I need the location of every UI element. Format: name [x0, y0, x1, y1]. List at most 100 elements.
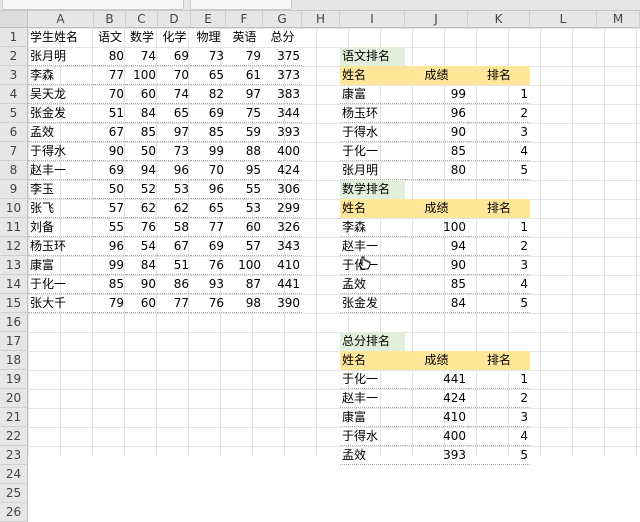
table-cell[interactable]: 390 — [263, 294, 302, 313]
row-header-26[interactable]: 26 — [0, 503, 28, 522]
table-cell[interactable]: 84 — [126, 256, 158, 275]
table-cell[interactable]: 69 — [191, 104, 226, 123]
row-header-24[interactable]: 24 — [0, 465, 28, 484]
table-cell[interactable]: 50 — [126, 142, 158, 161]
table-cell[interactable]: 62 — [158, 199, 191, 218]
row-header-12[interactable]: 12 — [0, 237, 28, 256]
rank-cell[interactable]: 410 — [405, 408, 468, 427]
rank-cell[interactable]: 80 — [405, 161, 468, 180]
table-cell[interactable]: 90 — [126, 275, 158, 294]
table-cell[interactable]: 79 — [94, 294, 126, 313]
table-cell[interactable]: 51 — [158, 256, 191, 275]
table-cell[interactable]: 393 — [263, 123, 302, 142]
table-cell[interactable]: 94 — [126, 161, 158, 180]
rank-cell[interactable]: 李森 — [340, 218, 405, 237]
table-cell[interactable]: 90 — [94, 142, 126, 161]
rank-cell[interactable]: 84 — [405, 294, 468, 313]
col-header-I[interactable]: I — [340, 11, 405, 28]
col-header-G[interactable]: G — [263, 11, 302, 28]
rank-cell[interactable]: 3 — [468, 123, 530, 142]
table-cell[interactable]: 于化一 — [28, 275, 94, 294]
main-header-cell[interactable]: 化学 — [158, 28, 191, 47]
rank-header-cell[interactable]: 排名 — [468, 199, 530, 218]
rank-cell[interactable]: 于化一 — [340, 370, 405, 389]
table-cell[interactable]: 孟效 — [28, 123, 94, 142]
row-header-19[interactable]: 19 — [0, 370, 28, 389]
row-header-16[interactable]: 16 — [0, 313, 28, 332]
col-header-L[interactable]: L — [530, 11, 597, 28]
row-header-17[interactable]: 17 — [0, 332, 28, 351]
table-cell[interactable]: 299 — [263, 199, 302, 218]
table-cell[interactable]: 张金发 — [28, 104, 94, 123]
col-header-B[interactable]: B — [94, 11, 126, 28]
table-cell[interactable]: 400 — [263, 142, 302, 161]
table-cell[interactable]: 65 — [191, 199, 226, 218]
table-cell[interactable]: 74 — [158, 85, 191, 104]
table-cell[interactable]: 53 — [158, 180, 191, 199]
row-header-7[interactable]: 7 — [0, 142, 28, 161]
col-header-M[interactable]: M — [597, 11, 640, 28]
row-header-13[interactable]: 13 — [0, 256, 28, 275]
table-cell[interactable]: 99 — [94, 256, 126, 275]
table-cell[interactable]: 86 — [158, 275, 191, 294]
table-cell[interactable]: 67 — [94, 123, 126, 142]
table-cell[interactable]: 65 — [191, 66, 226, 85]
table-cell[interactable]: 李玉 — [28, 180, 94, 199]
rank-cell[interactable]: 康富 — [340, 85, 405, 104]
rank-cell[interactable]: 2 — [468, 237, 530, 256]
rank-title[interactable]: 数学排名 — [340, 180, 405, 199]
rank-title[interactable]: 语文排名 — [340, 47, 405, 66]
table-cell[interactable]: 51 — [94, 104, 126, 123]
table-cell[interactable]: 73 — [158, 142, 191, 161]
rank-header-cell[interactable]: 成绩 — [405, 351, 468, 370]
table-cell[interactable]: 60 — [226, 218, 263, 237]
table-cell[interactable]: 70 — [158, 66, 191, 85]
rank-cell[interactable]: 于化一 — [340, 142, 405, 161]
table-cell[interactable]: 85 — [94, 275, 126, 294]
table-cell[interactable]: 306 — [263, 180, 302, 199]
rank-header-cell[interactable]: 成绩 — [405, 199, 468, 218]
rank-cell[interactable]: 90 — [405, 256, 468, 275]
table-cell[interactable]: 60 — [126, 85, 158, 104]
table-cell[interactable]: 于得水 — [28, 142, 94, 161]
rank-cell[interactable]: 4 — [468, 275, 530, 294]
rank-cell[interactable]: 赵丰一 — [340, 237, 405, 256]
row-header-18[interactable]: 18 — [0, 351, 28, 370]
row-header-5[interactable]: 5 — [0, 104, 28, 123]
rank-cell[interactable]: 2 — [468, 104, 530, 123]
table-cell[interactable]: 57 — [226, 237, 263, 256]
table-cell[interactable]: 77 — [94, 66, 126, 85]
table-cell[interactable]: 74 — [126, 47, 158, 66]
rank-header-cell[interactable]: 姓名 — [340, 199, 405, 218]
table-cell[interactable]: 326 — [263, 218, 302, 237]
table-cell[interactable]: 100 — [226, 256, 263, 275]
table-cell[interactable]: 76 — [191, 256, 226, 275]
table-cell[interactable]: 82 — [191, 85, 226, 104]
table-cell[interactable]: 85 — [191, 123, 226, 142]
rank-cell[interactable]: 于化一 — [340, 256, 405, 275]
table-cell[interactable]: 张飞 — [28, 199, 94, 218]
rank-cell[interactable]: 赵丰一 — [340, 389, 405, 408]
table-cell[interactable]: 赵丰一 — [28, 161, 94, 180]
row-header-11[interactable]: 11 — [0, 218, 28, 237]
rank-cell[interactable]: 400 — [405, 427, 468, 446]
table-cell[interactable]: 50 — [94, 180, 126, 199]
table-cell[interactable]: 79 — [226, 47, 263, 66]
row-header-1[interactable]: 1 — [0, 28, 28, 47]
table-cell[interactable]: 55 — [94, 218, 126, 237]
table-cell[interactable]: 88 — [226, 142, 263, 161]
rank-cell[interactable]: 2 — [468, 389, 530, 408]
main-header-cell[interactable]: 学生姓名 — [28, 28, 94, 47]
table-cell[interactable]: 383 — [263, 85, 302, 104]
table-cell[interactable]: 96 — [191, 180, 226, 199]
rank-cell[interactable]: 5 — [468, 294, 530, 313]
table-cell[interactable]: 67 — [158, 237, 191, 256]
rank-title[interactable]: 总分排名 — [340, 332, 405, 351]
table-cell[interactable]: 77 — [158, 294, 191, 313]
table-cell[interactable]: 69 — [191, 237, 226, 256]
table-cell[interactable]: 85 — [126, 123, 158, 142]
rank-cell[interactable]: 99 — [405, 85, 468, 104]
rank-cell[interactable]: 96 — [405, 104, 468, 123]
table-cell[interactable]: 344 — [263, 104, 302, 123]
table-cell[interactable]: 98 — [226, 294, 263, 313]
